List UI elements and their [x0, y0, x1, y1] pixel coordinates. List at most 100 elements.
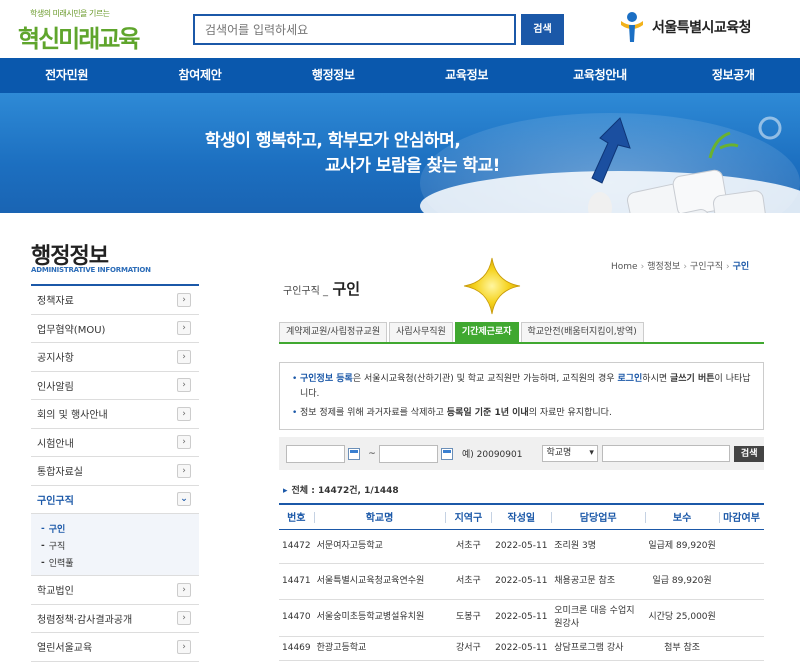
table-row[interactable]: 14469 한광고등학교 강서구 2022-05-11 상담프로그램 강사 첨부…	[279, 636, 764, 661]
table-row[interactable]: 14470 서울숭미초등학교병설유치원 도봉구 2022-05-11 오미크론 …	[279, 599, 764, 637]
sidebar-subitem[interactable]: 구인	[41, 520, 199, 537]
cell-duty: 상담프로그램 강사	[551, 636, 646, 661]
table-row[interactable]: 14471 서울특별시교육청교육연수원 서초구 2022-05-11 채용공고문…	[279, 563, 764, 600]
chevron-right-icon: ›	[177, 406, 191, 421]
sidebar-item[interactable]: 청렴정책·감사결과공개 ›	[31, 605, 199, 633]
cell-school[interactable]: 서울숭미초등학교병설유치원	[313, 599, 446, 637]
sidebar-item-label: 청렴정책·감사결과공개	[37, 614, 133, 626]
logo-tagline: 학생의 미래시민을 기르는	[30, 9, 110, 18]
sidebar-subitem[interactable]: 인력풀	[41, 554, 199, 571]
cell-date: 2022-05-11	[491, 636, 552, 661]
notice-box: 구인정보 등록은 서울시교육청(산하기관) 및 학교 교직원만 가능하며, 교직…	[279, 362, 764, 430]
nav-item[interactable]: 전자민원	[0, 58, 133, 93]
search-input[interactable]	[195, 16, 514, 43]
cell-date: 2022-05-11	[491, 599, 552, 637]
breadcrumb-home[interactable]: Home	[611, 262, 638, 272]
sidebar-item[interactable]: 공지사항 ›	[31, 343, 199, 372]
category-tabs: 계약제교원/사립정규교원 사립사무직원 기간제근로자 학교안전(배움터지킴이,방…	[279, 322, 764, 344]
breadcrumb-level2[interactable]: 구인구직	[690, 262, 723, 272]
col-header: 학교명	[313, 504, 446, 529]
sidebar-submenu: 구인 구직 인력풀	[31, 514, 199, 576]
sidebar-item[interactable]: 회의 및 행사안내 ›	[31, 400, 199, 429]
cell-district: 도봉구	[445, 599, 492, 637]
keyboard-illustration-icon	[588, 116, 782, 213]
cell-number: 14472	[279, 529, 314, 564]
cell-district: 서초구	[445, 563, 492, 600]
login-link[interactable]: 로그인	[617, 374, 642, 384]
sidebar-item-label: 회의 및 행사안내	[37, 410, 108, 422]
sidebar-item-label: 공지사항	[37, 353, 74, 365]
calendar-icon[interactable]	[441, 447, 453, 460]
notice-line-1: 구인정보 등록은 서울시교육청(산하기관) 및 학교 교직원만 가능하며, 교직…	[292, 372, 753, 402]
cell-duty: 채용공고문 참조	[551, 563, 646, 600]
sidebar-item-label: 통합자료실	[37, 467, 83, 479]
cell-pay: 일급 89,920원	[645, 563, 720, 600]
cell-district: 강서구	[445, 636, 492, 661]
cell-duty: 오미크론 대응 수업지원강사	[551, 599, 646, 637]
seoul-emblem-icon	[621, 12, 643, 42]
tab-school-safety[interactable]: 학교안전(배움터지킴이,방역)	[520, 322, 644, 342]
cell-duty: 조리원 3명	[551, 529, 646, 564]
cell-date: 2022-05-11	[491, 563, 552, 600]
chevron-right-icon: ›	[177, 463, 191, 478]
sidebar-item-label: 학교법인	[37, 586, 74, 598]
cell-number: 14469	[279, 636, 314, 661]
end-date-input[interactable]	[378, 444, 439, 463]
start-date-input[interactable]	[286, 444, 346, 463]
table-row[interactable]: 14472 서문여자고등학교 서초구 2022-05-11 조리원 3명 일급제…	[279, 529, 764, 564]
tab-fixed-term-worker[interactable]: 기간제근로자	[454, 322, 519, 342]
calendar-icon[interactable]	[348, 447, 361, 460]
nav-item[interactable]: 교육청안내	[533, 58, 666, 93]
search-box	[193, 14, 516, 45]
cell-pay: 시간당 25,000원	[645, 599, 720, 637]
nav-item[interactable]: 행정정보	[267, 58, 400, 93]
table-header-row: 번호 학교명 지역구 작성일 담당업무 보수 마감여부	[279, 504, 764, 529]
filter-search-button[interactable]: 검색	[734, 445, 765, 462]
chevron-right-icon: ›	[177, 321, 191, 336]
sidebar-item[interactable]: 학교법인 ›	[31, 576, 199, 605]
job-list-table: 번호 학교명 지역구 작성일 담당업무 보수 마감여부 14472 서문여자고등…	[279, 503, 764, 661]
banner-line1: 학생이 행복하고, 학부모가 안심하며,	[205, 131, 461, 151]
nav-item[interactable]: 교육정보	[400, 58, 533, 93]
site-logo[interactable]: 학생의 미래시민을 기르는 혁신미래교육	[18, 8, 140, 53]
nav-item[interactable]: 정보공개	[667, 58, 800, 93]
cell-school[interactable]: 서문여자고등학교	[313, 529, 446, 564]
tab-contract-teacher[interactable]: 계약제교원/사립정규교원	[279, 322, 388, 342]
cell-district: 서초구	[445, 529, 492, 564]
chevron-right-icon: ›	[177, 582, 191, 597]
cell-school[interactable]: 한광고등학교	[313, 636, 446, 661]
org-logo[interactable]: 서울특별시교육청	[618, 10, 752, 44]
sidebar-item[interactable]: 정책자료 ›	[31, 286, 199, 315]
search-button[interactable]: 검색	[521, 14, 564, 45]
sparkle-star-icon	[463, 257, 521, 315]
sidebar-subitem[interactable]: 구직	[41, 537, 199, 554]
sidebar-menu: 정책자료 › 업무협약(MOU) › 공지사항 › 인사알림 › 회의 및 행사안내 › …	[31, 284, 199, 662]
sidebar-item-label: 구인구직	[37, 495, 74, 507]
cell-date: 2022-05-11	[491, 529, 552, 564]
sidebar-item[interactable]: 업무협약(MOU) ›	[31, 315, 199, 343]
breadcrumb-level1[interactable]: 행정정보	[647, 262, 680, 272]
cell-status	[719, 563, 764, 600]
col-header: 작성일	[491, 504, 551, 529]
sidebar-item-active[interactable]: 구인구직 ⌄	[31, 486, 199, 514]
breadcrumb-current: 구인	[732, 262, 750, 272]
sidebar-item[interactable]: 시험안내 ›	[31, 429, 199, 457]
date-example: 예) 20090901	[461, 450, 523, 460]
sidebar-item[interactable]: 통합자료실 ›	[31, 457, 199, 486]
cell-number: 14471	[279, 563, 314, 600]
chevron-right-icon: ›	[177, 639, 191, 654]
search-field-select[interactable]: 학교명	[542, 445, 598, 462]
keyword-input[interactable]	[601, 445, 731, 462]
chevron-right-icon: ›	[177, 349, 191, 364]
cell-pay: 일급제 89,920원	[645, 529, 720, 564]
notice-line-2: 정보 정제를 위해 과거자료를 삭제하고 등록일 기준 1년 이내의 자료만 유…	[292, 406, 753, 421]
cell-status	[719, 529, 764, 564]
chevron-right-icon: ›	[177, 378, 191, 393]
cell-school[interactable]: 서울특별시교육청교육연수원	[313, 563, 446, 600]
nav-item[interactable]: 참여제안	[133, 58, 266, 93]
sidebar-item[interactable]: 열린서울교육 ›	[31, 633, 199, 662]
tab-private-staff[interactable]: 사립사무직원	[389, 322, 453, 342]
sidebar-item[interactable]: 인사알림 ›	[31, 372, 199, 400]
col-header: 지역구	[445, 504, 491, 529]
page-title: 구인구직 _ 구인	[283, 278, 360, 299]
